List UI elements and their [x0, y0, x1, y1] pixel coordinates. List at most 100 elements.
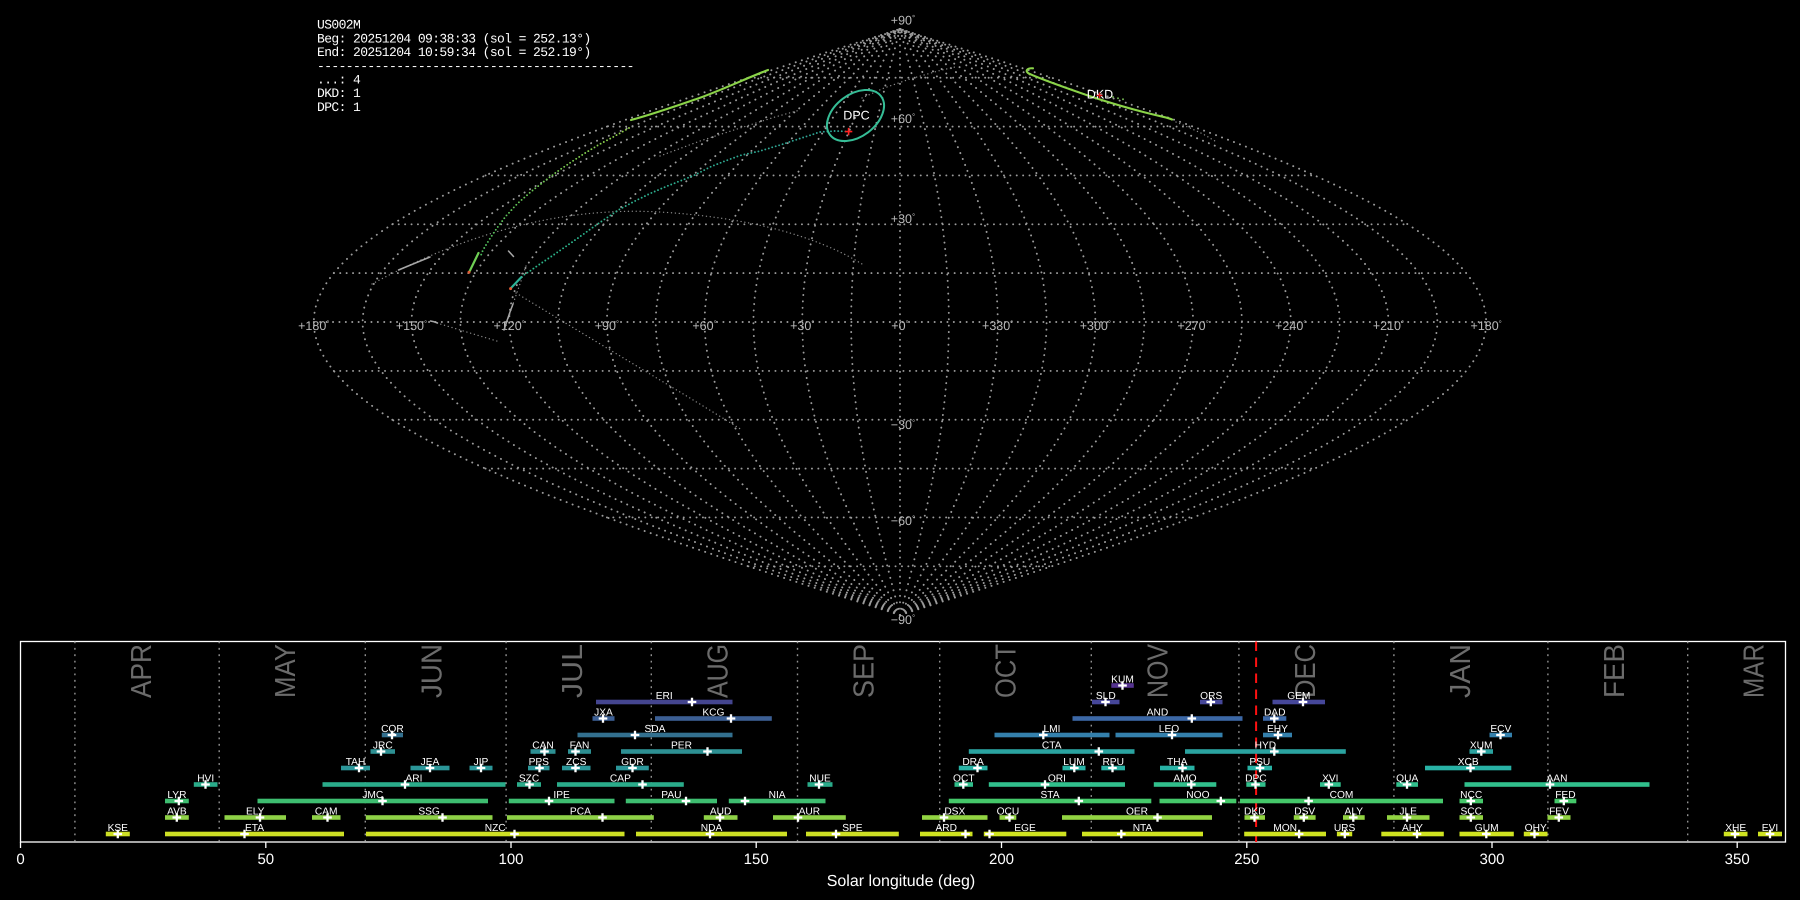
- svg-text:OCU: OCU: [997, 806, 1020, 817]
- svg-text:200: 200: [989, 851, 1014, 868]
- svg-text:0: 0: [16, 851, 24, 868]
- svg-text:XCB: XCB: [1458, 757, 1479, 768]
- svg-text:NUE: NUE: [809, 773, 831, 784]
- svg-text:MAR: MAR: [1739, 644, 1771, 698]
- svg-text:+60°: +60°: [891, 112, 915, 126]
- svg-text:IPE: IPE: [553, 790, 570, 801]
- svg-text:------------------------------: ----------------------------------------…: [317, 59, 634, 74]
- svg-text:+270°: +270°: [1177, 319, 1208, 333]
- svg-text:NCC: NCC: [1460, 790, 1482, 801]
- svg-text:+150°: +150°: [396, 319, 427, 333]
- svg-text:NTA: NTA: [1133, 823, 1153, 834]
- svg-text:AUR: AUR: [799, 806, 821, 817]
- svg-text:+30°: +30°: [891, 212, 915, 226]
- svg-text:DRA: DRA: [962, 757, 984, 768]
- svg-text:+60°: +60°: [692, 319, 716, 333]
- svg-text:CAM: CAM: [315, 806, 338, 817]
- svg-text:SLD: SLD: [1096, 691, 1116, 702]
- svg-text:NIA: NIA: [769, 790, 786, 801]
- svg-text:FAN: FAN: [570, 740, 590, 751]
- svg-text:AMO: AMO: [1173, 773, 1196, 784]
- svg-text:LMI: LMI: [1044, 724, 1061, 735]
- svg-text:NOO: NOO: [1186, 790, 1209, 801]
- svg-text:−90°: −90°: [891, 613, 915, 627]
- svg-text:JXA: JXA: [594, 707, 613, 718]
- svg-text:HVI: HVI: [197, 773, 214, 784]
- svg-text:DPC: 1: DPC: 1: [317, 100, 361, 115]
- svg-text:RPU: RPU: [1102, 757, 1124, 768]
- svg-text:+90°: +90°: [595, 319, 619, 333]
- svg-text:PCA: PCA: [570, 806, 591, 817]
- svg-text:SDA: SDA: [645, 724, 666, 735]
- svg-text:QUA: QUA: [1396, 773, 1418, 784]
- svg-text:JUL: JUL: [557, 644, 589, 698]
- svg-text:ERI: ERI: [656, 691, 673, 702]
- svg-text:AAN: AAN: [1547, 773, 1568, 784]
- svg-text:+120°: +120°: [494, 319, 525, 333]
- svg-text:COM: COM: [1330, 790, 1354, 801]
- svg-text:ETA: ETA: [245, 823, 264, 834]
- svg-text:JIP: JIP: [474, 757, 489, 768]
- svg-text:XVI: XVI: [1322, 773, 1338, 784]
- svg-text:+30°: +30°: [790, 319, 814, 333]
- svg-text:JLE: JLE: [1399, 806, 1417, 817]
- svg-text:OCT: OCT: [953, 773, 975, 784]
- svg-text:SSG: SSG: [418, 806, 440, 817]
- svg-text:ECV: ECV: [1490, 724, 1511, 735]
- svg-text:AND: AND: [1147, 707, 1169, 718]
- svg-text:OHY: OHY: [1525, 823, 1547, 834]
- svg-text:−60°: −60°: [891, 514, 915, 528]
- svg-text:HYD: HYD: [1255, 740, 1277, 751]
- svg-text:SZC: SZC: [519, 773, 539, 784]
- svg-text:KCG: KCG: [702, 707, 724, 718]
- svg-text:100: 100: [498, 851, 523, 868]
- svg-text:AHY: AHY: [1402, 823, 1423, 834]
- svg-text:DPC: DPC: [843, 108, 869, 122]
- svg-text:ARD: ARD: [935, 823, 957, 834]
- svg-text:AUG: AUG: [702, 644, 734, 698]
- svg-text:CAP: CAP: [610, 773, 631, 784]
- svg-text:AVB: AVB: [167, 806, 187, 817]
- svg-text:LYR: LYR: [167, 790, 186, 801]
- svg-text:GUM: GUM: [1475, 823, 1499, 834]
- svg-text:+210°: +210°: [1373, 319, 1404, 333]
- svg-text:XUM: XUM: [1470, 740, 1493, 751]
- svg-text:AUD: AUD: [710, 806, 732, 817]
- svg-text:350: 350: [1725, 851, 1750, 868]
- svg-text:EHY: EHY: [1267, 724, 1288, 735]
- svg-text:JRC: JRC: [373, 740, 393, 751]
- svg-text:JAN: JAN: [1445, 644, 1477, 698]
- svg-text:PAU: PAU: [661, 790, 681, 801]
- svg-text:KUM: KUM: [1111, 674, 1134, 685]
- svg-text:STA: STA: [1040, 790, 1059, 801]
- svg-text:PPS: PPS: [529, 757, 550, 768]
- svg-text:LUM: LUM: [1063, 757, 1085, 768]
- svg-text:GDR: GDR: [621, 757, 644, 768]
- svg-text:150: 150: [744, 851, 769, 868]
- svg-text:NDA: NDA: [701, 823, 723, 834]
- svg-text:+240°: +240°: [1275, 319, 1306, 333]
- svg-text:ALY: ALY: [1345, 806, 1364, 817]
- svg-text:Solar longitude (deg): Solar longitude (deg): [827, 873, 976, 890]
- svg-text:ARI: ARI: [406, 773, 423, 784]
- svg-text:PER: PER: [671, 740, 692, 751]
- svg-text:FED: FED: [1555, 790, 1575, 801]
- svg-text:SPE: SPE: [842, 823, 863, 834]
- svg-text:+300°: +300°: [1080, 319, 1111, 333]
- svg-text:FEV: FEV: [1549, 806, 1569, 817]
- svg-text:PSU: PSU: [1249, 757, 1270, 768]
- svg-text:EGE: EGE: [1014, 823, 1036, 834]
- svg-text:+90°: +90°: [891, 13, 915, 27]
- svg-text:XHE: XHE: [1725, 823, 1746, 834]
- svg-text:CTA: CTA: [1042, 740, 1062, 751]
- svg-text:−30°: −30°: [891, 418, 915, 432]
- svg-text:CQR: CQR: [381, 724, 404, 735]
- svg-text:DKD: DKD: [1244, 806, 1266, 817]
- svg-text:DSV: DSV: [1294, 806, 1315, 817]
- svg-text:50: 50: [257, 851, 274, 868]
- svg-text:250: 250: [1234, 851, 1259, 868]
- svg-text:DPC: DPC: [1245, 773, 1267, 784]
- svg-text:DAD: DAD: [1264, 707, 1286, 718]
- svg-text:SCC: SCC: [1460, 806, 1482, 817]
- svg-text:NOV: NOV: [1142, 643, 1174, 698]
